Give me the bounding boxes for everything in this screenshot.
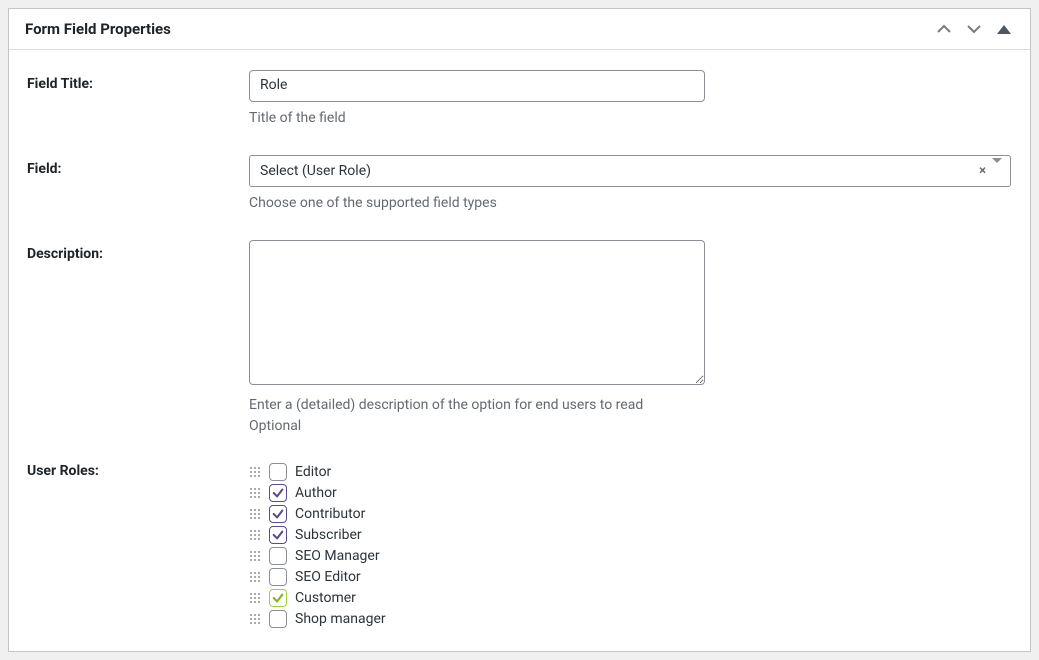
field-type-selected-value: Select (User Role) — [260, 163, 371, 179]
user-role-item: SEO Editor — [249, 568, 1012, 586]
user-role-item: Subscriber — [249, 526, 1012, 544]
drag-handle-icon[interactable] — [249, 590, 261, 606]
role-checkbox[interactable] — [269, 568, 287, 586]
move-up-icon[interactable] — [934, 19, 954, 39]
user-role-item: SEO Manager — [249, 547, 1012, 565]
user-role-item: Contributor — [249, 505, 1012, 523]
role-checkbox[interactable] — [269, 547, 287, 565]
drag-handle-icon[interactable] — [249, 548, 261, 564]
role-label: Contributor — [295, 506, 365, 522]
role-checkbox[interactable] — [269, 463, 287, 481]
field-title-input[interactable] — [249, 70, 705, 102]
field-type-select[interactable]: Select (User Role) × — [249, 155, 1011, 187]
user-role-item: Customer — [249, 589, 1012, 607]
role-label: Subscriber — [295, 527, 362, 543]
role-label: Author — [295, 485, 337, 501]
user-roles-row: User Roles: Editor Author Contributor Subsc… — [27, 463, 1012, 628]
move-down-icon[interactable] — [964, 19, 984, 39]
role-label: Shop manager — [295, 611, 386, 627]
dropdown-caret-icon — [992, 163, 1002, 179]
field-type-help: Choose one of the supported field types — [249, 193, 1012, 214]
role-label: SEO Editor — [295, 569, 361, 585]
role-checkbox[interactable] — [269, 526, 287, 544]
drag-handle-icon[interactable] — [249, 527, 261, 543]
role-checkbox[interactable] — [269, 610, 287, 628]
description-label: Description: — [27, 240, 249, 262]
panel-handle-icons — [934, 19, 1014, 39]
user-role-item: Editor — [249, 463, 1012, 481]
user-roles-list: Editor Author Contributor Subscriber SEO Man… — [249, 463, 1012, 628]
description-row: Description: Enter a (detailed) descript… — [27, 240, 1012, 437]
drag-handle-icon[interactable] — [249, 464, 261, 480]
role-label: Editor — [295, 464, 331, 480]
panel-title: Form Field Properties — [25, 20, 934, 38]
description-textarea[interactable] — [249, 240, 705, 385]
drag-handle-icon[interactable] — [249, 611, 261, 627]
user-roles-label: User Roles: — [27, 463, 249, 479]
user-role-item: Author — [249, 484, 1012, 502]
role-label: SEO Manager — [295, 548, 380, 564]
panel-body: Field Title: Title of the field Field: S… — [9, 50, 1030, 638]
field-type-row: Field: Select (User Role) × Choose one o… — [27, 155, 1012, 214]
panel-header: Form Field Properties — [9, 9, 1030, 50]
description-help-1: Enter a (detailed) description of the op… — [249, 395, 1012, 416]
role-checkbox[interactable] — [269, 484, 287, 502]
role-checkbox[interactable] — [269, 505, 287, 523]
field-title-label: Field Title: — [27, 70, 249, 92]
user-role-item: Shop manager — [249, 610, 1012, 628]
description-help-2: Optional — [249, 416, 1012, 437]
clear-selection-icon[interactable]: × — [979, 163, 986, 178]
field-type-label: Field: — [27, 155, 249, 177]
role-checkbox[interactable] — [269, 589, 287, 607]
drag-handle-icon[interactable] — [249, 506, 261, 522]
drag-handle-icon[interactable] — [249, 485, 261, 501]
form-field-properties-panel: Form Field Properties Field Title: Title… — [8, 8, 1031, 652]
field-title-row: Field Title: Title of the field — [27, 70, 1012, 129]
role-label: Customer — [295, 590, 356, 606]
field-title-help: Title of the field — [249, 108, 1012, 129]
collapse-toggle-icon[interactable] — [994, 19, 1014, 39]
drag-handle-icon[interactable] — [249, 569, 261, 585]
